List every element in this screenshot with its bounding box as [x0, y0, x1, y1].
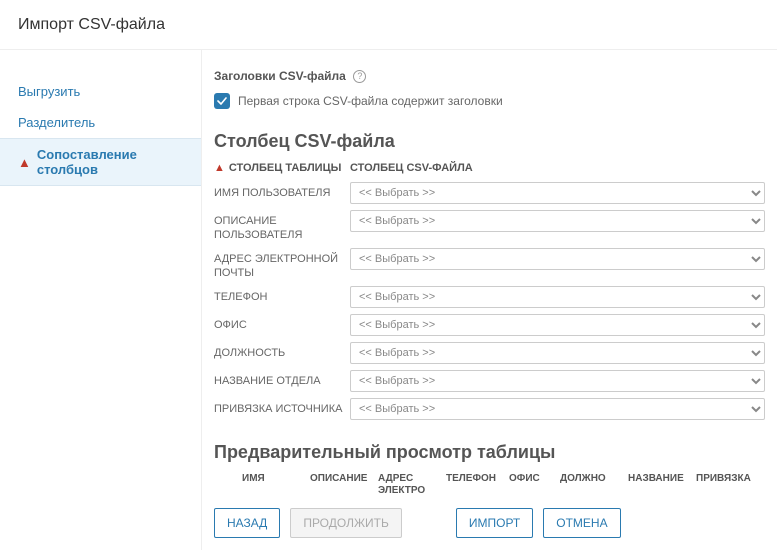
mapping-row: ДОЛЖНОСТЬ<< Выбрать >>: [214, 342, 765, 364]
wizard-sidebar: Выгрузить Разделитель ▲ Сопоставление ст…: [0, 50, 202, 550]
headers-checkbox-label: Первая строка CSV-файла содержит заголов…: [238, 94, 503, 108]
mapping-row: ИМЯ ПОЛЬЗОВАТЕЛЯ<< Выбрать >>: [214, 182, 765, 204]
row-label: НАЗВАНИЕ ОТДЕЛА: [214, 370, 350, 388]
mapping-row: НАЗВАНИЕ ОТДЕЛА<< Выбрать >>: [214, 370, 765, 392]
mapping-row: ТЕЛЕФОН<< Выбрать >>: [214, 286, 765, 308]
preview-col: ОПИСАНИЕ: [310, 473, 372, 496]
warning-icon: ▲: [18, 155, 31, 170]
sidebar-item-label: Разделитель: [18, 115, 95, 130]
preview-col: АДРЕС ЭЛЕКТРО: [378, 473, 440, 496]
col-header-csv: СТОЛБЕЦ CSV-ФАЙЛА: [350, 162, 473, 174]
col-header-table: СТОЛБЕЦ ТАБЛИЦЫ: [229, 162, 341, 174]
sidebar-item-upload[interactable]: Выгрузить: [0, 76, 201, 107]
row-label: ОФИС: [214, 314, 350, 332]
row-label: ИМЯ ПОЛЬЗОВАТЕЛЯ: [214, 182, 350, 200]
row-select[interactable]: << Выбрать >>: [350, 370, 765, 392]
help-icon[interactable]: ?: [353, 70, 366, 83]
sidebar-item-delimiter[interactable]: Разделитель: [0, 107, 201, 138]
row-select[interactable]: << Выбрать >>: [350, 314, 765, 336]
back-button[interactable]: НАЗАД: [214, 508, 280, 538]
sidebar-item-mapping[interactable]: ▲ Сопоставление столбцов: [0, 138, 201, 186]
footer-bar: НАЗАД ПРОДОЛЖИТЬ ИМПОРТ ОТМЕНА: [202, 496, 777, 550]
row-label: ОПИСАНИЕ ПОЛЬЗОВАТЕЛЯ: [214, 210, 350, 242]
row-select[interactable]: << Выбрать >>: [350, 248, 765, 270]
row-label: ПРИВЯЗКА ИСТОЧНИКА: [214, 398, 350, 416]
row-select[interactable]: << Выбрать >>: [350, 210, 765, 232]
content-pane: Заголовки CSV-файла ? Первая строка CSV-…: [202, 50, 777, 550]
row-select[interactable]: << Выбрать >>: [350, 286, 765, 308]
row-label: ТЕЛЕФОН: [214, 286, 350, 304]
row-label: АДРЕС ЭЛЕКТРОННОЙ ПОЧТЫ: [214, 248, 350, 280]
csv-headers-label: Заголовки CSV-файла: [214, 69, 346, 83]
preview-header-row: ИМЯ ОПИСАНИЕ АДРЕС ЭЛЕКТРО ТЕЛЕФОН ОФИС …: [214, 473, 765, 496]
headers-checkbox[interactable]: [214, 93, 230, 109]
mapping-row: ОФИС<< Выбрать >>: [214, 314, 765, 336]
row-label: ДОЛЖНОСТЬ: [214, 342, 350, 360]
dialog-header: Импорт CSV-файла: [0, 0, 777, 50]
import-button[interactable]: ИМПОРТ: [456, 508, 533, 538]
row-select[interactable]: << Выбрать >>: [350, 182, 765, 204]
preview-col: ТЕЛЕФОН: [446, 473, 503, 496]
preview-col: ДОЛЖНО: [560, 473, 622, 496]
dialog-title: Импорт CSV-файла: [18, 16, 165, 33]
preview-title: Предварительный просмотр таблицы: [214, 442, 765, 463]
preview-col: ИМЯ: [242, 473, 304, 496]
mapping-rows: ИМЯ ПОЛЬЗОВАТЕЛЯ<< Выбрать >> ОПИСАНИЕ П…: [214, 182, 765, 420]
column-section-title: Столбец CSV-файла: [214, 131, 765, 152]
row-select[interactable]: << Выбрать >>: [350, 398, 765, 420]
continue-button: ПРОДОЛЖИТЬ: [290, 508, 402, 538]
mapping-row: ПРИВЯЗКА ИСТОЧНИКА<< Выбрать >>: [214, 398, 765, 420]
mapping-row: АДРЕС ЭЛЕКТРОННОЙ ПОЧТЫ<< Выбрать >>: [214, 248, 765, 280]
preview-col: ПРИВЯЗКА: [696, 473, 758, 496]
sidebar-item-label: Сопоставление столбцов: [37, 147, 183, 177]
mapping-row: ОПИСАНИЕ ПОЛЬЗОВАТЕЛЯ<< Выбрать >>: [214, 210, 765, 242]
warning-icon: ▲: [214, 162, 225, 174]
row-select[interactable]: << Выбрать >>: [350, 342, 765, 364]
sidebar-item-label: Выгрузить: [18, 84, 80, 99]
cancel-button[interactable]: ОТМЕНА: [543, 508, 620, 538]
preview-col: НАЗВАНИЕ: [628, 473, 690, 496]
preview-col: ОФИС: [509, 473, 554, 496]
